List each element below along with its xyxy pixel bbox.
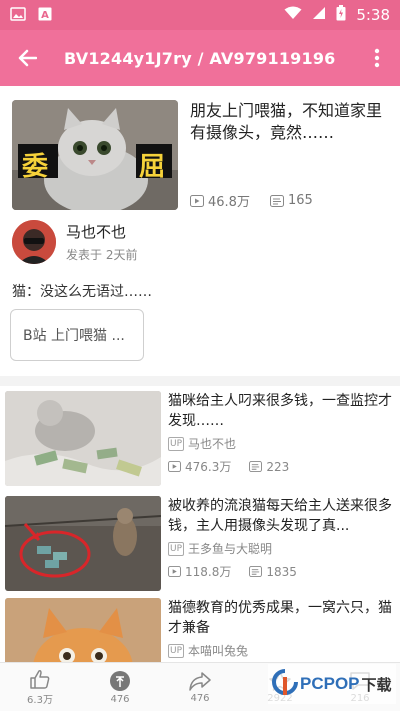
wifi-icon: [284, 6, 302, 24]
watermark-logo: PCPOP 下载: [268, 664, 396, 704]
video-detail-content: 委 屈 朋友上门喂猫，不知道家里有摄像头，竟然…… 46.8万 165 马也不也…: [0, 86, 400, 662]
like-count: 6.3万: [27, 694, 53, 706]
thumbnail-caption-right: 屈: [139, 152, 166, 182]
related-video-card[interactable]: 猫咪给主人叼来很多钱，一查监控才发现…… UP 马也不也 476.3万 223: [5, 391, 395, 486]
related-video-title: 被收养的流浪猫每天给主人送来很多钱，主人用摄像头发现了真...: [168, 498, 392, 534]
video-description: 猫：没这么无语过……: [12, 284, 152, 300]
watermark-text: PCPOP: [300, 674, 360, 693]
author-name[interactable]: 马也不也: [66, 221, 137, 242]
more-button[interactable]: [354, 30, 400, 86]
like-button[interactable]: 6.3万: [0, 663, 80, 711]
watermark-suffix: 下载: [361, 676, 392, 694]
svg-text:A: A: [41, 10, 49, 21]
related-video-uploader[interactable]: UP 本喵叫兔兔: [168, 642, 395, 659]
coin-count: 476: [110, 693, 130, 705]
author-row[interactable]: 马也不也 发表于 2天前: [12, 220, 137, 264]
app-bar: BV1244y1J7ry / AV979119196: [0, 30, 400, 86]
thumbnail-caption-left: 委: [22, 152, 49, 182]
share-count: 476: [190, 692, 210, 704]
related-video-card[interactable]: 猫德教育的优秀成果，一窝六只，猫才兼备 UP 本喵叫兔兔: [5, 598, 395, 662]
coin-icon: [110, 670, 130, 691]
main-video-title: 朋友上门喂猫，不知道家里有摄像头，竟然……: [190, 101, 383, 142]
related-video-thumbnail[interactable]: [5, 496, 161, 591]
image-icon: [10, 6, 26, 25]
play-count-icon: [168, 566, 181, 577]
thumbs-up-icon: [30, 669, 50, 689]
battery-icon: [336, 5, 346, 25]
up-badge: UP: [168, 436, 185, 451]
play-count-icon: [168, 461, 181, 472]
main-video-views: 46.8万: [208, 195, 250, 210]
uploader-name: 马也不也: [188, 437, 237, 451]
main-video-info: 朋友上门喂猫，不知道家里有摄像头，竟然…… 46.8万 165: [190, 100, 388, 210]
app-icon: A: [38, 6, 52, 25]
back-button[interactable]: [0, 30, 54, 86]
related-video-views: 118.8万: [185, 565, 232, 579]
related-video-views: 476.3万: [185, 460, 232, 474]
share-icon: [189, 671, 211, 691]
tag-button[interactable]: B站 上门喂猫 ...: [10, 309, 144, 361]
coin-button[interactable]: 476: [80, 663, 160, 711]
up-badge: UP: [168, 541, 185, 556]
main-video-stats: 46.8万 165: [190, 191, 313, 210]
related-video-title: 猫咪给主人叼来很多钱，一查监控才发现……: [168, 393, 392, 429]
uploader-name: 本喵叫兔兔: [188, 644, 249, 658]
pcpop-logo-icon: [272, 669, 298, 695]
danmaku-icon: [269, 194, 284, 207]
related-video-danmaku: 223: [266, 459, 290, 474]
related-video-uploader[interactable]: UP 王多鱼与大聪明: [168, 540, 395, 557]
section-divider: [0, 376, 400, 386]
post-time: 发表于 2天前: [66, 248, 138, 262]
signal-icon: [312, 6, 326, 24]
related-video-title: 猫德教育的优秀成果，一窝六只，猫才兼备: [168, 600, 392, 636]
up-badge: UP: [168, 643, 185, 658]
main-video-danmaku: 165: [287, 193, 313, 208]
share-button[interactable]: 476: [160, 663, 240, 711]
avatar[interactable]: [12, 220, 56, 264]
danmaku-icon: [249, 566, 263, 577]
arrow-left-icon: [18, 49, 37, 67]
danmaku-icon: [249, 461, 263, 472]
clock-time: 5:38: [356, 6, 390, 24]
more-vert-icon: [374, 48, 380, 68]
related-video-thumbnail[interactable]: [5, 391, 161, 486]
uploader-name: 王多鱼与大聪明: [188, 542, 273, 556]
related-video-danmaku: 1835: [266, 564, 297, 579]
related-video-thumbnail[interactable]: [5, 598, 161, 662]
related-video-uploader[interactable]: UP 马也不也: [168, 435, 395, 452]
main-video-card[interactable]: 委 屈 朋友上门喂猫，不知道家里有摄像头，竟然…… 46.8万 165: [12, 100, 388, 210]
play-count-icon: [190, 194, 204, 207]
page-title: BV1244y1J7ry / AV979119196: [64, 48, 336, 68]
related-video-card[interactable]: 被收养的流浪猫每天给主人送来很多钱，主人用摄像头发现了真... UP 王多鱼与大…: [5, 496, 395, 591]
main-video-thumbnail[interactable]: 委 屈: [12, 100, 178, 210]
status-bar: A 5:38: [0, 0, 400, 30]
